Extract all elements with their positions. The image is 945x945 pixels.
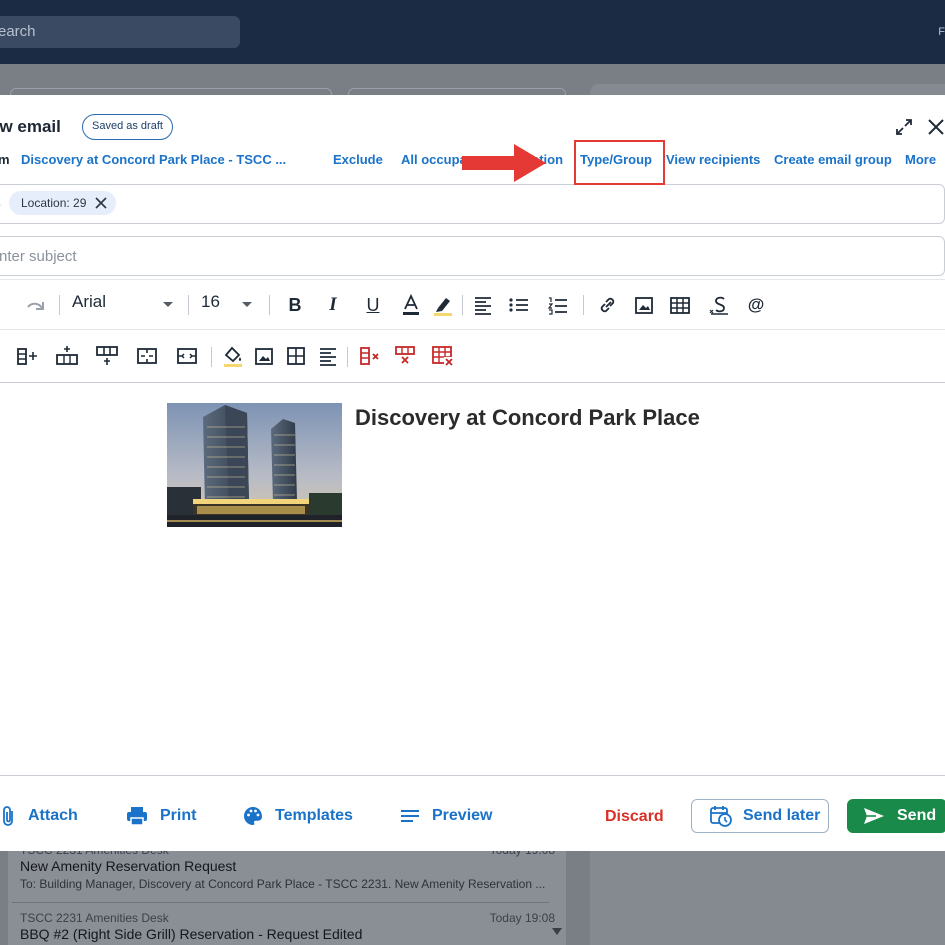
list-item-sender: TSCC 2231 Amenities Desk	[20, 911, 169, 925]
preview-button[interactable]: Preview	[400, 805, 492, 827]
bullet-list-icon[interactable]	[508, 293, 530, 317]
search-input[interactable]: earch	[0, 16, 240, 48]
list-item-recipients: To: Building Manager, Discovery at Conco…	[20, 877, 546, 891]
formatting-toolbar: Arial 16 B I U @	[0, 279, 945, 383]
insert-image-icon[interactable]	[633, 293, 655, 317]
toolbar-row-text: Arial 16 B I U @	[0, 280, 945, 330]
topbar-user-initial[interactable]: F	[938, 26, 945, 38]
send-later-label: Send later	[743, 807, 821, 824]
red-arrow-annotation	[462, 144, 546, 182]
recipient-chip: Location: 29	[9, 191, 117, 215]
cell-align-icon[interactable]	[317, 344, 339, 368]
list-divider	[12, 902, 549, 903]
compose-email-dialog: ew email Saved as draft om Discovery at …	[0, 95, 945, 851]
numbered-list-icon[interactable]	[547, 293, 569, 317]
chevron-down-icon	[242, 302, 252, 307]
create-email-group-link[interactable]: Create email group	[774, 152, 892, 167]
email-body-editor[interactable]: Discovery at Concord Park Place	[0, 384, 945, 776]
remove-chip-icon[interactable]	[95, 197, 107, 209]
preview-label: Preview	[432, 807, 493, 824]
send-label: Send	[897, 807, 937, 824]
subject-placeholder: Enter subject	[0, 248, 77, 265]
insert-row-below-icon[interactable]	[55, 344, 79, 368]
list-item-subject: BBQ #2 (Right Side Grill) Reservation - …	[20, 926, 363, 942]
scroll-down-arrow-icon[interactable]	[552, 928, 562, 935]
link-icon[interactable]	[597, 293, 619, 317]
to-label: o	[0, 196, 1, 212]
align-left-icon[interactable]	[473, 293, 493, 317]
from-selector[interactable]: Discovery at Concord Park Place - TSCC .…	[21, 152, 286, 167]
list-item-subject: New Amenity Reservation Request	[20, 858, 237, 874]
font-family-select[interactable]: Arial	[72, 292, 182, 318]
list-item[interactable]: TSCC 2231 Amenities Desk Today 19:08 BBQ …	[20, 911, 555, 942]
view-recipients-link[interactable]: View recipients	[666, 152, 760, 167]
print-label: Print	[160, 807, 197, 824]
delete-row-icon[interactable]	[393, 344, 417, 368]
toolbar-separator	[269, 295, 270, 315]
expand-icon[interactable]	[894, 117, 914, 137]
compose-footer: Attach Print Templates Preview Discard S…	[0, 777, 945, 851]
from-label: om	[0, 152, 10, 167]
preview-lines-icon	[401, 810, 419, 822]
close-icon[interactable]	[926, 117, 945, 137]
undo-icon[interactable]	[0, 293, 2, 317]
recipient-chip-label: Location: 29	[21, 196, 87, 210]
cell-fill-color-icon[interactable]	[221, 344, 245, 368]
toolbar-separator	[211, 347, 212, 367]
toolbar-separator	[59, 295, 60, 315]
calendar-clock-icon	[710, 806, 732, 827]
discard-button[interactable]: Discard	[605, 808, 664, 826]
paperclip-icon	[3, 806, 13, 826]
templates-label: Templates	[275, 807, 353, 824]
chevron-down-icon	[163, 302, 173, 307]
insert-table-icon[interactable]	[669, 293, 691, 317]
bold-icon[interactable]: B	[285, 293, 305, 317]
underline-icon[interactable]: U	[363, 293, 383, 317]
insert-row-above-icon[interactable]	[95, 344, 119, 368]
dialog-title: ew email	[0, 117, 61, 136]
italic-icon[interactable]: I	[323, 293, 343, 317]
attach-button[interactable]: Attach	[2, 805, 78, 827]
app-topbar: earch F	[0, 0, 945, 64]
highlight-box-annotation	[574, 140, 665, 185]
subject-input[interactable]: Enter subject	[0, 236, 945, 276]
all-occupants-link[interactable]: All occupa	[401, 152, 467, 167]
list-item-time: Today 19:08	[489, 911, 555, 925]
font-family-value: Arial	[72, 292, 107, 311]
clear-formatting-icon[interactable]	[708, 293, 730, 317]
building-photo	[167, 403, 342, 527]
split-cells-icon[interactable]	[175, 344, 199, 368]
mention-icon[interactable]: @	[746, 293, 766, 317]
toolbar-separator	[347, 347, 348, 367]
highlight-icon[interactable]	[432, 293, 454, 317]
delete-column-icon[interactable]	[359, 344, 383, 368]
send-later-button[interactable]: Send later	[691, 799, 829, 833]
redo-icon[interactable]	[22, 293, 46, 317]
text-color-icon[interactable]	[401, 293, 421, 317]
background-message-list: TSCC 2231 Amenities Desk Today 19:08 New …	[8, 843, 566, 945]
toolbar-row-table	[0, 330, 945, 384]
exclude-link[interactable]: Exclude	[333, 152, 383, 167]
delete-table-icon[interactable]	[431, 344, 455, 368]
font-size-value: 16	[201, 292, 220, 311]
send-button[interactable]: Send	[847, 799, 945, 833]
toolbar-separator	[188, 295, 189, 315]
more-link[interactable]: More	[905, 152, 936, 167]
templates-button[interactable]: Templates	[243, 805, 353, 827]
cell-borders-icon[interactable]	[285, 344, 307, 368]
send-arrow-icon	[864, 808, 884, 824]
cell-image-icon[interactable]	[253, 344, 275, 368]
body-heading: Discovery at Concord Park Place	[355, 405, 700, 430]
toolbar-separator	[462, 295, 463, 315]
print-button[interactable]: Print	[126, 805, 196, 827]
attach-label: Attach	[28, 807, 78, 824]
font-size-select[interactable]: 16	[201, 292, 261, 318]
palette-icon	[244, 807, 262, 825]
insert-column-after-icon[interactable]	[16, 344, 40, 368]
printer-icon	[127, 807, 147, 826]
toolbar-separator	[583, 295, 584, 315]
draft-status-badge: Saved as draft	[82, 114, 173, 140]
merge-cells-icon[interactable]	[135, 344, 159, 368]
recipients-field[interactable]: o Location: 29	[0, 184, 945, 224]
